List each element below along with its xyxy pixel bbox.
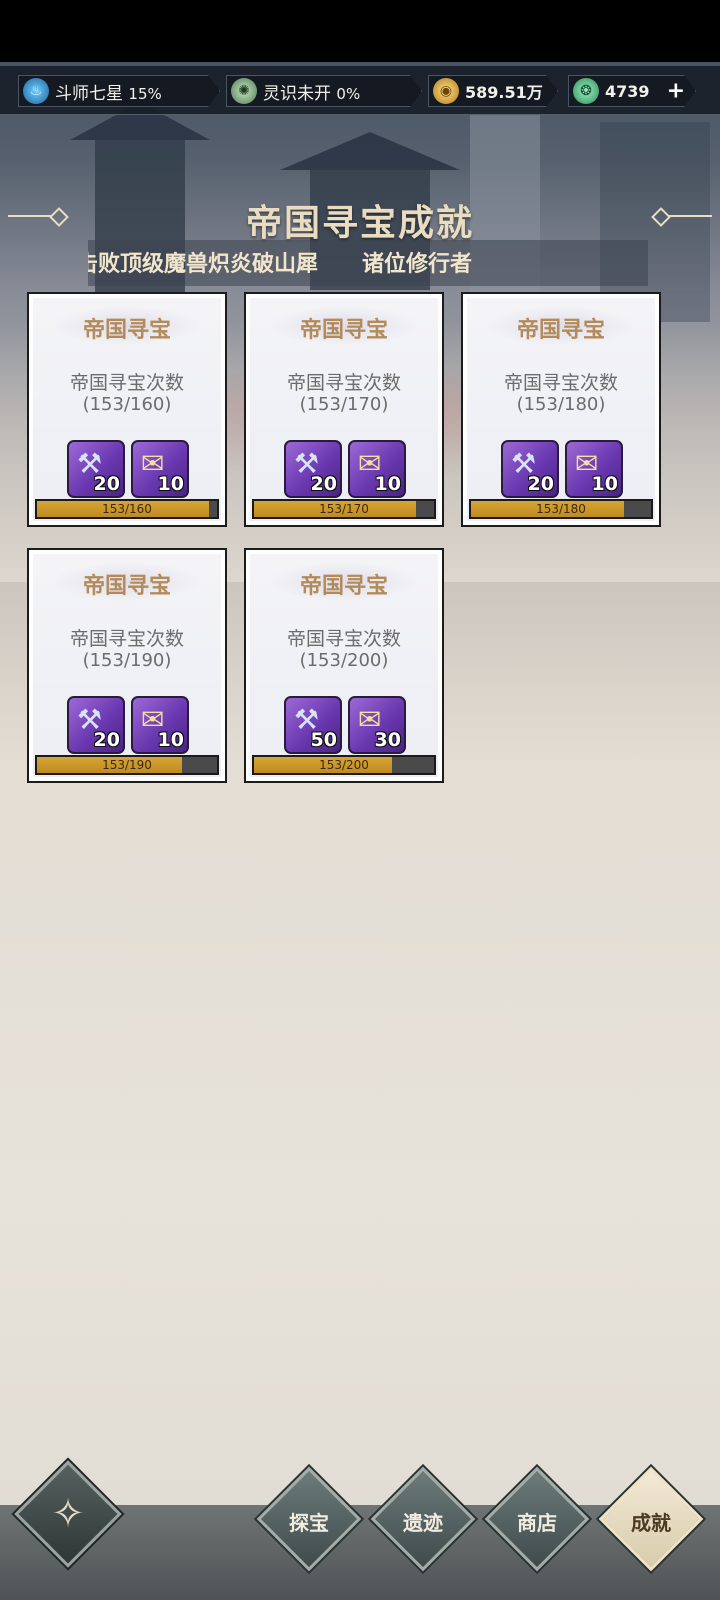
page-title: 帝国寻宝成就 (245, 202, 474, 244)
card-description: 帝国寻宝次数 (503, 372, 618, 394)
jade-value: 4739 (605, 81, 650, 101)
reward-quantity: 10 (157, 473, 184, 495)
cultivation-level[interactable]: ♨ 斗师七星 15% (18, 75, 220, 107)
achievement-card[interactable]: 帝国寻宝 帝国寻宝次数 (153/180) ⚒ 20 ✉ 10 153/180 (461, 292, 661, 527)
card-count: (153/170) (299, 394, 389, 415)
card-count: (153/160) (82, 394, 172, 415)
card-title: 帝国寻宝 (299, 573, 388, 599)
card-count: (153/180) (516, 394, 606, 415)
spirit-sense-level[interactable]: ✺ 灵识未开 0% (226, 75, 422, 107)
tab-shop[interactable]: 商店 (484, 1466, 590, 1572)
progress-text: 153/200 (319, 758, 369, 772)
reward-quantity: 50 (310, 729, 337, 751)
reward-quantity: 10 (374, 473, 401, 495)
reward-quantity: 20 (93, 473, 120, 495)
card-title: 帝国寻宝 (299, 317, 388, 343)
emblem-icon: ✧ (51, 1491, 85, 1537)
reward-quantity: 20 (310, 473, 337, 495)
reward-item[interactable]: ✉ 30 (348, 696, 406, 754)
reward-item[interactable]: ⚒ 20 (67, 696, 125, 754)
card-description: 帝国寻宝次数 (286, 628, 401, 650)
card-title: 帝国寻宝 (82, 573, 171, 599)
gold-coin-icon: ◉ (433, 78, 459, 104)
reward-quantity: 30 (374, 729, 401, 751)
spirit-sense-label: 灵识未开 (263, 83, 331, 104)
status-bar (0, 0, 720, 62)
progress-bar: 153/160 (35, 499, 219, 519)
ticker-text: 击败顶级魔兽炽炎破山犀 诸位修行者 (88, 251, 473, 277)
reward-list: ⚒ 20 ✉ 10 (67, 440, 189, 498)
spirit-swirl-icon: ✺ (231, 78, 257, 104)
tab-explore[interactable]: 探宝 (256, 1466, 362, 1572)
card-count: (153/190) (82, 650, 172, 671)
progress-text: 153/180 (536, 502, 586, 516)
reward-list: ⚒ 20 ✉ 10 (501, 440, 623, 498)
reward-quantity: 20 (527, 473, 554, 495)
jade-currency[interactable]: ❂ 4739 + (568, 75, 696, 107)
gold-coins[interactable]: ◉ 589.51万 (428, 75, 558, 107)
achievement-card[interactable]: 帝国寻宝 帝国寻宝次数 (153/160) ⚒ 20 ✉ 10 153/160 (27, 292, 227, 527)
tab-shop-label: 商店 (517, 1511, 557, 1535)
reward-item[interactable]: ⚒ 20 (284, 440, 342, 498)
reward-quantity: 10 (157, 729, 184, 751)
cultivation-percent: 15% (128, 84, 162, 103)
progress-bar: 153/170 (252, 499, 436, 519)
reward-item[interactable]: ✉ 10 (565, 440, 623, 498)
reward-item[interactable]: ⚒ 50 (284, 696, 342, 754)
card-description: 帝国寻宝次数 (286, 372, 401, 394)
home-button[interactable]: ✧ (14, 1460, 122, 1568)
add-jade-button[interactable]: + (667, 79, 685, 104)
card-title: 帝国寻宝 (82, 317, 171, 343)
blue-flame-icon: ♨ (23, 78, 49, 104)
reward-list: ⚒ 20 ✉ 10 (67, 696, 189, 754)
reward-item[interactable]: ✉ 10 (348, 440, 406, 498)
card-title: 帝国寻宝 (516, 317, 605, 343)
reward-quantity: 10 (591, 473, 618, 495)
progress-bar: 153/190 (35, 755, 219, 775)
tab-ruins[interactable]: 遗迹 (370, 1466, 476, 1572)
reward-item[interactable]: ✉ 10 (131, 440, 189, 498)
achievement-card[interactable]: 帝国寻宝 帝国寻宝次数 (153/170) ⚒ 20 ✉ 10 153/170 (244, 292, 444, 527)
reward-list: ⚒ 50 ✉ 30 (284, 696, 406, 754)
green-jade-icon: ❂ (573, 78, 599, 104)
resource-bar: ♨ 斗师七星 15% ✺ 灵识未开 0% ◉ 589.51万 ❂ 4739 + (0, 66, 720, 115)
reward-item[interactable]: ⚒ 20 (501, 440, 559, 498)
gold-coins-value: 589.51万 (465, 83, 543, 102)
progress-text: 153/190 (102, 758, 152, 772)
progress-bar: 153/180 (469, 499, 653, 519)
announcement-ticker: 击败顶级魔兽炽炎破山犀 诸位修行者 (88, 240, 648, 286)
spirit-sense-percent: 0% (336, 84, 361, 103)
progress-text: 153/170 (319, 502, 369, 516)
card-description: 帝国寻宝次数 (69, 628, 184, 650)
reward-list: ⚒ 20 ✉ 10 (284, 440, 406, 498)
achievement-card[interactable]: 帝国寻宝 帝国寻宝次数 (153/200) ⚒ 50 ✉ 30 153/200 (244, 548, 444, 783)
header: 帝国寻宝成就 (0, 190, 720, 244)
card-count: (153/200) (299, 650, 389, 671)
achievement-card[interactable]: 帝国寻宝 帝国寻宝次数 (153/190) ⚒ 20 ✉ 10 153/190 (27, 548, 227, 783)
card-description: 帝国寻宝次数 (69, 372, 184, 394)
reward-item[interactable]: ✉ 10 (131, 696, 189, 754)
progress-bar: 153/200 (252, 755, 436, 775)
reward-item[interactable]: ⚒ 20 (67, 440, 125, 498)
tab-explore-label: 探宝 (289, 1511, 329, 1535)
tab-ruins-label: 遗迹 (403, 1511, 443, 1535)
tab-achievements[interactable]: 成就 (598, 1466, 704, 1572)
progress-text: 153/160 (102, 502, 152, 516)
cultivation-label: 斗师七星 (55, 83, 123, 104)
reward-quantity: 20 (93, 729, 120, 751)
right-ornament (651, 207, 712, 227)
tab-achievements-label: 成就 (631, 1511, 671, 1535)
